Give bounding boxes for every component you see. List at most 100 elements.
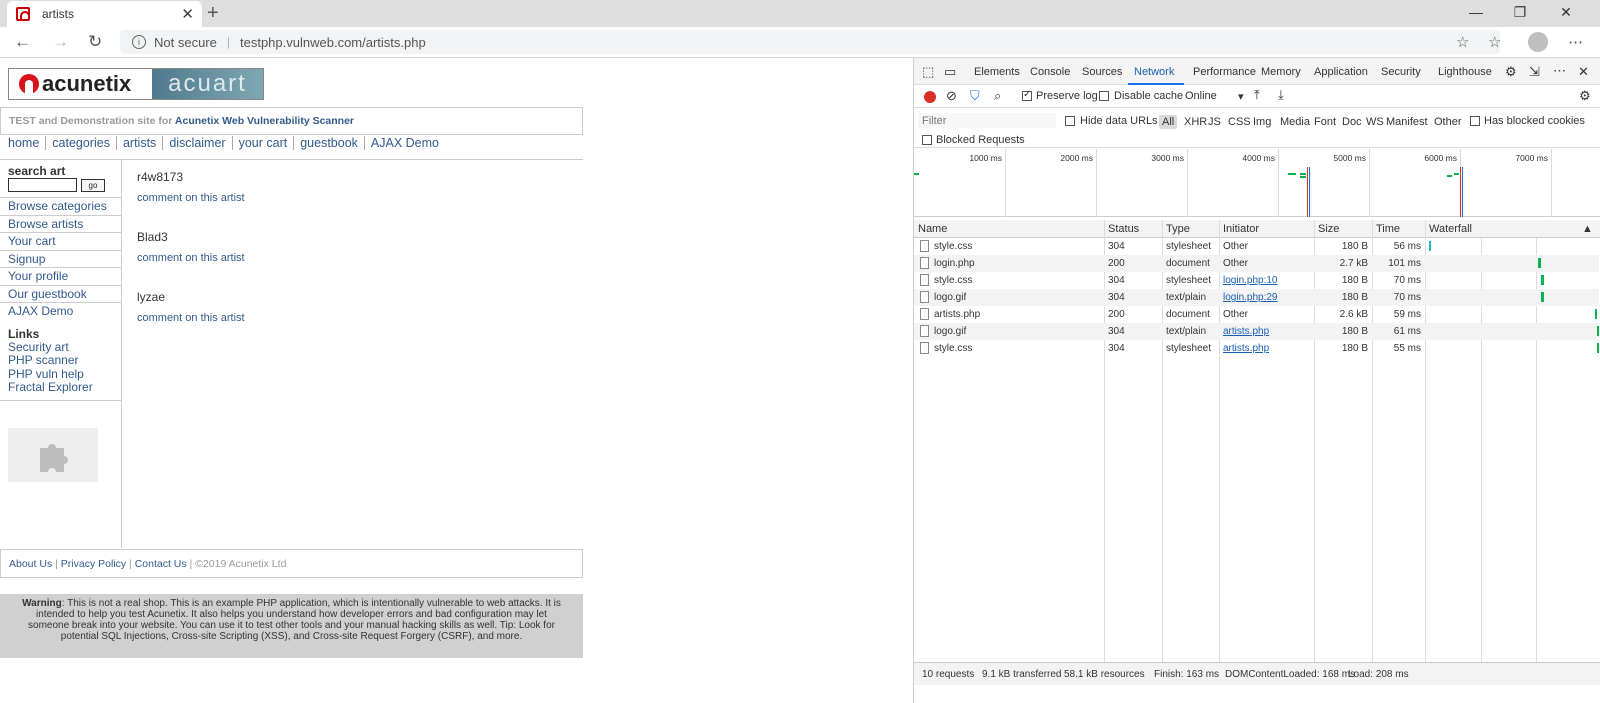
favorites-star-icon[interactable]: ☆ [1488, 33, 1501, 51]
column-header-name[interactable]: Name [918, 223, 947, 235]
link-fractal-explorer[interactable]: Fractal Explorer [8, 380, 93, 394]
type-filter-font[interactable]: Font [1314, 116, 1336, 128]
request-name[interactable]: artists.php [934, 309, 980, 320]
type-filter-css[interactable]: CSS [1228, 116, 1251, 128]
info-icon[interactable]: i [132, 35, 146, 49]
feedback-icon[interactable]: ⇲ [1529, 64, 1540, 80]
link-security-art[interactable]: Security art [8, 340, 93, 354]
request-initiator-link[interactable]: login.php:10 [1223, 275, 1278, 286]
sidebar-item-browse-categories[interactable]: Browse categories [0, 197, 121, 215]
network-settings-icon[interactable]: ⚙ [1579, 88, 1591, 104]
more-menu-icon[interactable]: ⋯ [1568, 33, 1583, 51]
device-toolbar-icon[interactable]: ▭ [944, 64, 956, 80]
network-overview-timeline[interactable]: 1000 ms 2000 ms 3000 ms 4000 ms 5000 ms … [914, 149, 1600, 217]
artist-name[interactable]: Blad3 [137, 230, 245, 252]
hide-data-urls-checkbox[interactable] [1065, 116, 1075, 126]
type-filter-all[interactable]: All [1159, 115, 1178, 129]
blocked-requests-checkbox[interactable] [922, 135, 932, 145]
request-name[interactable]: style.css [934, 343, 972, 354]
reload-icon[interactable]: ↻ [88, 32, 102, 52]
table-row[interactable]: style.css 304 stylesheet artists.php 180… [914, 340, 1599, 357]
search-art-input[interactable] [8, 178, 77, 192]
footer-about-us[interactable]: About Us [9, 558, 52, 570]
request-initiator-link[interactable]: login.php:29 [1223, 292, 1278, 303]
type-filter-doc[interactable]: Doc [1342, 116, 1362, 128]
column-header-type[interactable]: Type [1166, 223, 1190, 235]
inspect-element-icon[interactable]: ⬚ [922, 64, 934, 80]
request-initiator-link[interactable]: artists.php [1223, 326, 1269, 337]
artist-comment-link[interactable]: comment on this artist [137, 192, 245, 230]
tab-memory[interactable]: Memory [1261, 66, 1301, 78]
sidebar-item-signup[interactable]: Signup [0, 249, 121, 268]
close-window-button[interactable]: ✕ [1556, 4, 1576, 21]
nav-guestbook[interactable]: guestbook [294, 136, 365, 150]
import-har-icon[interactable]: ⤒ [1254, 87, 1260, 103]
artist-name[interactable]: lyzae [137, 290, 245, 312]
throttle-select[interactable]: Online ▾ [1185, 90, 1249, 105]
link-php-vuln-help[interactable]: PHP vuln help [8, 367, 93, 381]
nav-your-cart[interactable]: your cart [233, 136, 295, 150]
preserve-log-checkbox[interactable] [1022, 89, 1032, 101]
minimize-button[interactable]: — [1466, 4, 1486, 20]
nav-disclaimer[interactable]: disclaimer [163, 136, 233, 150]
tab-elements[interactable]: Elements [974, 66, 1020, 78]
type-filter-manifest[interactable]: Manifest [1386, 116, 1428, 128]
column-header-status[interactable]: Status [1108, 223, 1139, 235]
tab-close-icon[interactable]: ✕ [181, 5, 194, 23]
tab-lighthouse[interactable]: Lighthouse [1438, 66, 1492, 78]
column-header-initiator[interactable]: Initiator [1223, 223, 1259, 235]
request-name[interactable]: style.css [934, 275, 972, 286]
type-filter-other[interactable]: Other [1434, 116, 1462, 128]
tab-performance[interactable]: Performance [1193, 66, 1256, 78]
restore-button[interactable]: ❐ [1510, 4, 1530, 21]
table-row[interactable]: logo.gif 304 text/plain artists.php 180 … [914, 323, 1599, 340]
artist-comment-link[interactable]: comment on this artist [137, 312, 245, 350]
profile-avatar[interactable] [1528, 32, 1548, 52]
url-bar[interactable]: i Not secure | testphp.vulnweb.com/artis… [120, 30, 1500, 54]
export-har-icon[interactable]: ⤓ [1278, 87, 1284, 103]
nav-categories[interactable]: categories [46, 136, 117, 150]
search-icon[interactable]: ⌕ [994, 88, 1001, 104]
tab-network[interactable]: Network [1134, 66, 1174, 78]
record-icon[interactable] [924, 91, 936, 103]
site-logo[interactable]: acunetix acuart [8, 68, 264, 100]
request-initiator-link[interactable]: artists.php [1223, 343, 1269, 354]
table-row[interactable]: login.php 200 document Other 2.7 kB 101 … [914, 255, 1599, 272]
back-arrow-icon[interactable]: ← [14, 32, 31, 52]
nav-ajax-demo[interactable]: AJAX Demo [365, 136, 445, 150]
tagline-link[interactable]: Acunetix Web Vulnerability Scanner [175, 115, 354, 127]
column-header-waterfall[interactable]: Waterfall [1429, 223, 1472, 235]
footer-contact-us[interactable]: Contact Us [135, 558, 187, 570]
type-filter-js[interactable]: JS [1208, 116, 1221, 128]
table-row[interactable]: artists.php 200 document Other 2.6 kB 59… [914, 306, 1599, 323]
filter-input[interactable] [918, 113, 1056, 128]
tracking-prevention-icon[interactable]: ☆ [1456, 33, 1469, 51]
table-row[interactable]: style.css 304 stylesheet Other 180 B 56 … [914, 238, 1599, 255]
tab-sources[interactable]: Sources [1082, 66, 1122, 78]
request-name[interactable]: login.php [934, 258, 975, 269]
url-text[interactable]: testphp.vulnweb.com/artists.php [240, 35, 426, 50]
footer-privacy-policy[interactable]: Privacy Policy [61, 558, 126, 570]
type-filter-img[interactable]: Img [1253, 116, 1271, 128]
nav-home[interactable]: home [8, 136, 47, 150]
clear-icon[interactable]: ⊘ [946, 88, 957, 104]
tab-application[interactable]: Application [1314, 66, 1368, 78]
nav-artists[interactable]: artists [117, 136, 164, 150]
settings-gear-icon[interactable]: ⚙ [1505, 64, 1517, 80]
table-row[interactable]: logo.gif 304 text/plain login.php:29 180… [914, 289, 1599, 306]
search-go-button[interactable]: go [81, 179, 105, 192]
sort-triangle-icon[interactable]: ▲ [1582, 223, 1593, 235]
new-tab-button[interactable]: + [207, 2, 219, 25]
request-name[interactable]: logo.gif [934, 292, 966, 303]
disable-cache-checkbox[interactable] [1099, 91, 1109, 101]
browser-tab[interactable]: artists ✕ [7, 1, 202, 27]
sidebar-item-your-cart[interactable]: Your cart [0, 232, 121, 250]
type-filter-media[interactable]: Media [1280, 116, 1310, 128]
sidebar-item-browse-artists[interactable]: Browse artists [0, 214, 121, 233]
column-header-time[interactable]: Time [1376, 223, 1400, 235]
link-php-scanner[interactable]: PHP scanner [8, 353, 93, 367]
filter-funnel-icon[interactable]: ⛉ [970, 88, 980, 104]
more-options-icon[interactable]: ⋯ [1553, 63, 1566, 79]
sidebar-item-your-profile[interactable]: Your profile [0, 267, 121, 285]
tab-security[interactable]: Security [1381, 66, 1421, 78]
